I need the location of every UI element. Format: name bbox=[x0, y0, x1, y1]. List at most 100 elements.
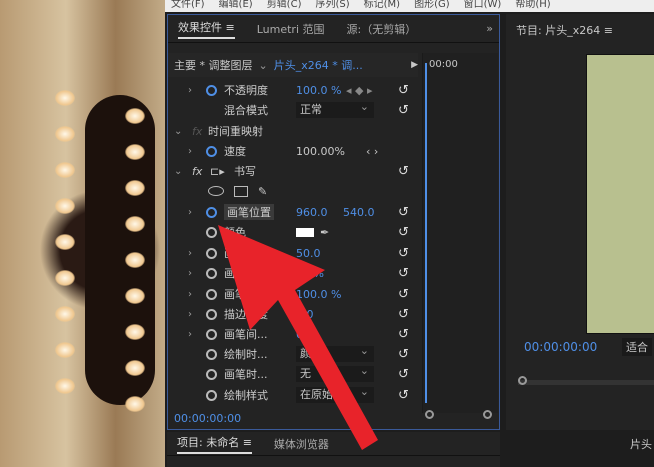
menu-window[interactable]: 窗口(W) bbox=[464, 0, 502, 12]
effect-label: 时间重映射 bbox=[208, 125, 263, 138]
menu-graphics[interactable]: 图形(G) bbox=[414, 0, 450, 12]
expand-icon[interactable]: › bbox=[188, 268, 192, 279]
brush-time-dropdown[interactable]: 无 bbox=[296, 363, 374, 382]
reset-icon[interactable]: ↺ bbox=[398, 367, 409, 382]
stopwatch-icon[interactable] bbox=[206, 145, 217, 157]
stopwatch-icon[interactable] bbox=[206, 267, 217, 279]
position-y[interactable]: 540.0 bbox=[343, 206, 375, 219]
bokeh-light bbox=[55, 234, 75, 250]
rectangle-mask-icon[interactable] bbox=[234, 185, 248, 197]
menu-file[interactable]: 文件(F) bbox=[171, 0, 205, 12]
paint-style-dropdown[interactable]: 在原始... bbox=[296, 384, 374, 403]
zoom-handle-left[interactable] bbox=[425, 410, 434, 419]
tab-effect-controls[interactable]: 效果控件 ≡ bbox=[178, 19, 235, 39]
program-scrubber[interactable] bbox=[518, 380, 654, 385]
expand-icon[interactable]: › bbox=[188, 329, 192, 340]
stopwatch-icon[interactable] bbox=[206, 84, 217, 96]
chevron-down-icon[interactable]: ⌄ bbox=[259, 59, 268, 72]
expand-icon[interactable]: › bbox=[188, 248, 192, 259]
bokeh-light bbox=[125, 360, 145, 376]
bokeh-light bbox=[55, 270, 75, 286]
keyframe-nav[interactable]: ◂ ◆ ▸ bbox=[346, 84, 373, 97]
tab-project[interactable]: 项目: 未命名 ≡ bbox=[177, 434, 252, 454]
dark-shape bbox=[85, 95, 155, 405]
menu-edit[interactable]: 编辑(E) bbox=[219, 0, 253, 12]
playhead[interactable] bbox=[425, 63, 427, 403]
reset-icon[interactable]: ↺ bbox=[398, 307, 409, 322]
reset-icon[interactable]: ↺ bbox=[398, 164, 409, 179]
ellipse-mask-icon[interactable] bbox=[208, 186, 224, 196]
stopwatch-icon[interactable] bbox=[206, 288, 217, 300]
stopwatch-icon[interactable] bbox=[206, 226, 217, 238]
program-timecode[interactable]: 00:00:00:00 bbox=[524, 340, 597, 354]
reset-icon[interactable]: ↺ bbox=[398, 266, 409, 281]
prop-value[interactable]: 79 % bbox=[296, 267, 324, 280]
zoom-handle-right[interactable] bbox=[483, 410, 492, 419]
collapse-icon[interactable]: ⌄ bbox=[174, 166, 182, 177]
blend-mode-dropdown[interactable]: 正常 bbox=[296, 99, 374, 118]
scrubber-handle[interactable] bbox=[518, 376, 527, 385]
prop-value[interactable]: 0.0 bbox=[296, 328, 314, 341]
play-icon[interactable]: ▶ bbox=[411, 60, 418, 70]
color-swatch[interactable] bbox=[296, 227, 314, 237]
prop-label: 速度 bbox=[224, 145, 246, 158]
reset-icon[interactable]: ↺ bbox=[398, 287, 409, 302]
menu-sequence[interactable]: 序列(S) bbox=[315, 0, 349, 12]
prop-value[interactable]: 100.0 % bbox=[296, 84, 341, 97]
collapse-icon[interactable]: ⌄ bbox=[174, 126, 182, 137]
stopwatch-icon[interactable] bbox=[206, 389, 217, 401]
reset-icon[interactable]: ↺ bbox=[398, 246, 409, 261]
expand-icon[interactable]: › bbox=[188, 309, 192, 320]
stopwatch-icon[interactable] bbox=[206, 206, 217, 218]
stopwatch-icon[interactable] bbox=[206, 308, 217, 320]
bokeh-light bbox=[55, 162, 75, 178]
stopwatch-icon[interactable] bbox=[206, 328, 217, 340]
fx-icon[interactable]: fx bbox=[192, 165, 202, 178]
prop-value[interactable]: 50.0 bbox=[296, 247, 321, 260]
menu-marker[interactable]: 标记(M) bbox=[364, 0, 400, 12]
bokeh-light bbox=[125, 252, 145, 268]
clip-selector[interactable]: 片头_x264 * 调... bbox=[274, 57, 363, 73]
sequence-tab[interactable]: 片头 bbox=[630, 436, 652, 452]
menu-help[interactable]: 帮助(H) bbox=[515, 0, 550, 12]
reset-icon[interactable]: ↺ bbox=[398, 103, 409, 118]
reset-icon[interactable]: ↺ bbox=[398, 347, 409, 362]
expand-icon[interactable]: › bbox=[188, 289, 192, 300]
prop-label: 画笔不透明度 bbox=[224, 288, 290, 301]
paint-time-dropdown[interactable]: 颜色 bbox=[296, 343, 374, 362]
prop-label: 画笔时... bbox=[224, 368, 268, 381]
tab-source[interactable]: 源:（无剪辑） bbox=[347, 21, 417, 37]
current-timecode[interactable]: 00:00:00:00 bbox=[174, 412, 241, 425]
expand-icon[interactable]: › bbox=[188, 85, 192, 96]
prop-value[interactable]: 100.00% bbox=[296, 145, 345, 158]
tab-media-browser[interactable]: 媒体浏览器 bbox=[274, 436, 329, 452]
stopwatch-icon[interactable] bbox=[206, 368, 217, 380]
reset-icon[interactable]: ↺ bbox=[398, 388, 409, 403]
reset-icon[interactable]: ↺ bbox=[398, 327, 409, 342]
fit-dropdown[interactable]: 适合 bbox=[622, 338, 652, 356]
program-title: 节目: 片头_x264 ≡ bbox=[516, 24, 613, 37]
prop-label: 颜色 bbox=[224, 226, 246, 239]
reset-icon[interactable]: ↺ bbox=[398, 83, 409, 98]
panel-overflow-button[interactable]: » bbox=[486, 22, 493, 35]
reset-icon[interactable]: ↺ bbox=[398, 205, 409, 220]
bokeh-light bbox=[55, 378, 75, 394]
expand-icon[interactable]: › bbox=[188, 207, 192, 218]
bokeh-light bbox=[125, 324, 145, 340]
pen-icon[interactable]: ✎ bbox=[258, 185, 267, 198]
prop-paint-time: 绘制时... 颜色 ↺ bbox=[168, 343, 420, 364]
reset-icon[interactable]: ↺ bbox=[398, 225, 409, 240]
prop-label: 画笔硬度 bbox=[224, 267, 268, 280]
prop-value[interactable]: 100.0 % bbox=[296, 288, 341, 301]
stopwatch-icon[interactable] bbox=[206, 348, 217, 360]
tab-lumetri-scopes[interactable]: Lumetri 范围 bbox=[257, 21, 325, 37]
position-x[interactable]: 960.0 bbox=[296, 206, 328, 219]
eyedropper-icon[interactable]: ✒ bbox=[320, 226, 329, 239]
expand-icon[interactable]: › bbox=[188, 146, 192, 157]
keyframe-nav[interactable]: ‹ › bbox=[366, 145, 378, 158]
stopwatch-icon[interactable] bbox=[206, 247, 217, 259]
menu-clip[interactable]: 剪辑(C) bbox=[267, 0, 302, 12]
effect-controls-panel: 效果控件 ≡ Lumetri 范围 源:（无剪辑） » 主要 * 调整图层 ⌄ … bbox=[167, 14, 500, 430]
effect-timeline[interactable]: 00:00 bbox=[422, 53, 498, 419]
prop-value[interactable]: 0.0 bbox=[296, 308, 314, 321]
